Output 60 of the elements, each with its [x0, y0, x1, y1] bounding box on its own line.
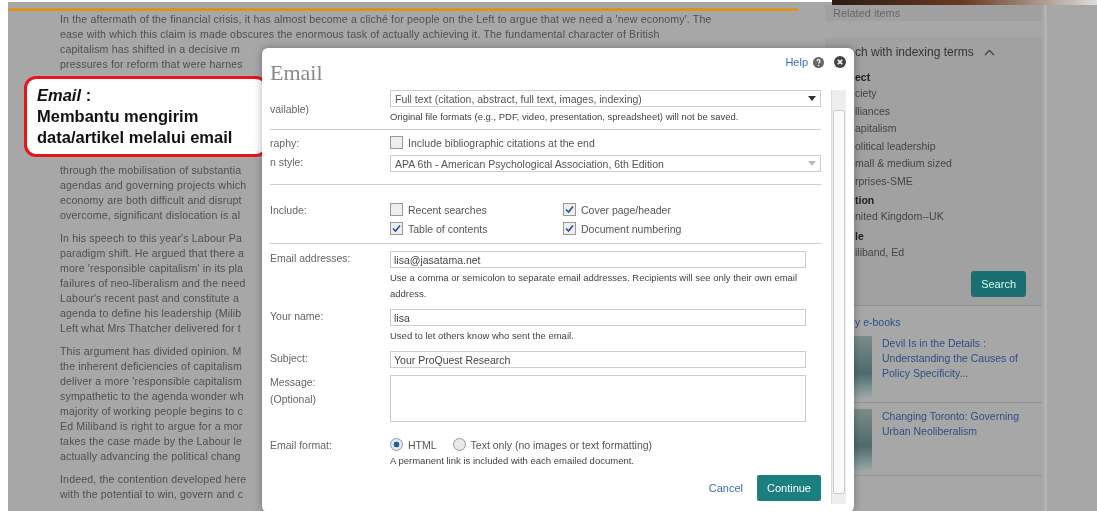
checkmark-icon [565, 224, 574, 233]
article-paragraph: through the mobilisation of substantia agendas and governing projects which economy are both difficult and disrupt overcome, significant dislocation is al [60, 163, 247, 223]
optional-label: (Optional) [270, 392, 318, 407]
field-label: Email addresses: [270, 251, 352, 266]
book-link[interactable]: Devil Is in the Details : Understanding the Causes of Policy Specificity... [882, 336, 1030, 398]
term-heading: tion [854, 193, 876, 208]
cancel-link[interactable]: Cancel [708, 482, 743, 494]
index-term: olitical leadership [854, 138, 937, 154]
message-field[interactable] [390, 375, 806, 422]
citation-style-dropdown[interactable]: APA 6th - American Psychological Association, 6th Edition [390, 155, 821, 172]
index-term: nited Kingdom--UK [854, 209, 945, 224]
checkbox[interactable]: Document numbering [563, 222, 821, 235]
book-link[interactable]: Changing Toronto: Governing Urban Neoliberalism [882, 409, 1030, 471]
hint-text: A permanent link is included with each emailed document. [390, 454, 635, 468]
index-term: ciety [854, 86, 878, 101]
checkbox[interactable]: Table of contents [390, 222, 563, 235]
field-label: Email format: [270, 438, 333, 453]
field-label: Include: [270, 203, 308, 218]
collapse-chevron-icon[interactable] [983, 48, 995, 56]
field-label: vailable) [270, 102, 311, 117]
article-paragraph: Indeed, the contention developed here with the potential to win, govern and c [60, 472, 247, 502]
search-button[interactable]: Search [971, 271, 1026, 297]
section-title: y e-books [855, 316, 902, 328]
caret-icon [808, 161, 816, 166]
term-heading: ect [854, 70, 872, 85]
checkbox[interactable]: Cover page/header [563, 203, 821, 216]
scrollbar[interactable] [831, 90, 846, 504]
field-label: Message: [270, 375, 317, 390]
panel-title: ch with indexing terms [855, 45, 974, 59]
related-items-heading: Related items [825, 5, 1042, 21]
article-paragraph: This argument has divided opinion. M the inherent deficiencies of capitalism deliver a more 'responsible capitalism sympathetic to the agenda wonder wh majority of working people begins to c Ed Miliband is right to argue for a mor takes the case made by the Labour le actually advancing the political chang [60, 344, 244, 464]
input-field[interactable]: Your ProQuest Research [390, 351, 806, 368]
caret-icon [808, 96, 816, 101]
close-icon[interactable] [834, 56, 846, 68]
article-paragraph: In his speech to this year's Labour Pa paradigm shift. He argued that there a more 'responsible capitalism' in its pla failures of neo-liberalism and the need Labour's recent past and constitute a agenda to define his leadership (Milib Left what Mrs Thatcher delivered for t [60, 231, 246, 336]
help-icon[interactable] [813, 57, 824, 68]
field-label: n style: [270, 155, 305, 170]
hint-text: Use a comma or semicolon to separate email addresses. Recipients will see only their own email address. [390, 271, 799, 301]
hint-text: Original file formats (e.g., PDF, video, presentation, spreadsheet) will not be saved. [390, 110, 740, 124]
field-label: Subject: [270, 351, 309, 366]
checkbox[interactable]: Include bibliographic citations at the end [390, 136, 821, 149]
index-term: rprises-SME [854, 173, 914, 189]
index-term: apitalism [854, 121, 898, 136]
help-link[interactable]: Help [785, 56, 808, 68]
index-term: iliband, Ed [854, 244, 906, 260]
checkmark-icon [392, 224, 401, 233]
radio-option[interactable]: Text only (no images or text formatting) [452, 438, 653, 451]
radio-option[interactable]: HTML [390, 438, 437, 451]
continue-button[interactable]: Continue [756, 475, 821, 501]
input-field[interactable]: lisa [390, 309, 806, 326]
input-field[interactable]: lisa@jasatama.net [390, 251, 806, 268]
index-term: lliances [854, 103, 892, 119]
checkbox[interactable]: Recent searches [390, 203, 563, 216]
index-term: mall & medium sized [854, 156, 953, 171]
content-dropdown[interactable]: Full text (citation, abstract, full text, images, indexing) [390, 90, 821, 107]
checkmark-icon [565, 205, 574, 214]
term-heading: le [854, 228, 865, 244]
field-label: Your name: [270, 309, 325, 324]
hint-text: Used to let others know who sent the email. [390, 329, 575, 343]
field-label: raphy: [270, 136, 301, 151]
